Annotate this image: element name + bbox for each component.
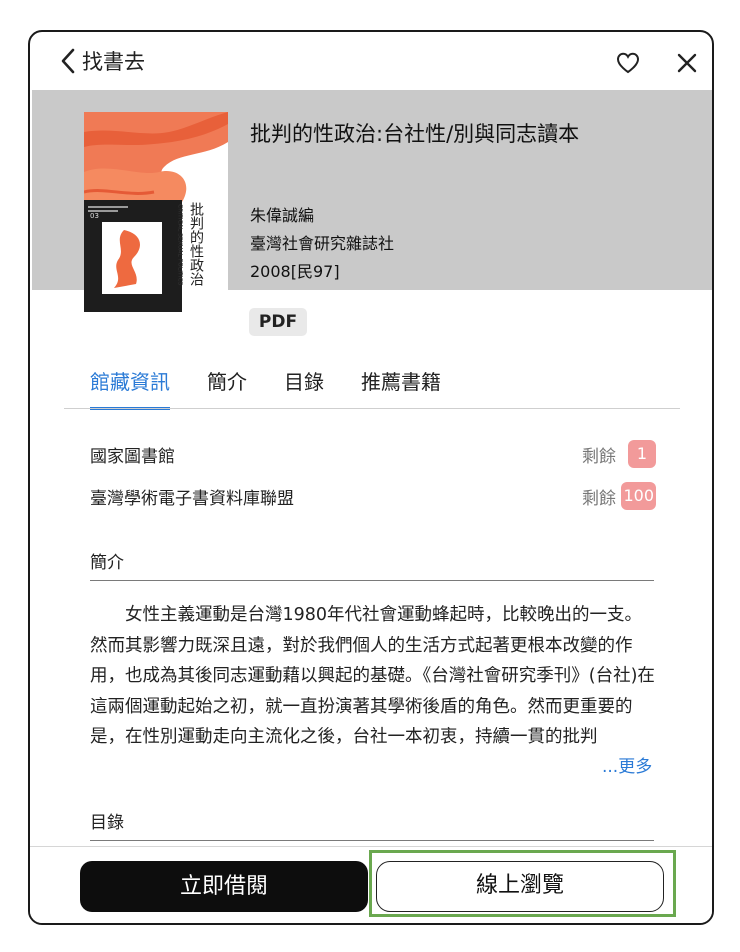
heart-icon[interactable] bbox=[615, 50, 641, 76]
tab-recommended[interactable]: 推薦書籍 bbox=[361, 366, 441, 410]
intro-divider bbox=[90, 580, 654, 581]
cover-title: 批判的性政治 bbox=[188, 202, 204, 286]
book-date: 2008[民97] bbox=[250, 262, 340, 281]
book-detail-panel: 找書去 03 批判的性政治 CRITICAL SEXUAL POLITICS 批… bbox=[28, 30, 714, 925]
more-link[interactable]: ...更多 bbox=[602, 752, 652, 777]
intro-section-title: 簡介 bbox=[90, 553, 124, 573]
remaining-count-badge: 1 bbox=[628, 440, 656, 468]
tab-bar: 館藏資訊 簡介 目錄 推薦書籍 bbox=[90, 366, 478, 410]
toc-section-title: 目錄 bbox=[90, 813, 124, 833]
tabs-divider bbox=[64, 408, 680, 409]
format-badge: PDF bbox=[249, 308, 307, 336]
remaining-count-badge: 100 bbox=[621, 482, 656, 510]
close-icon[interactable] bbox=[674, 50, 700, 76]
book-cover: 03 批判的性政治 CRITICAL SEXUAL POLITICS bbox=[84, 112, 228, 312]
top-bar: 找書去 bbox=[30, 32, 712, 92]
holding-row[interactable]: 國家圖書館 剩餘 1 bbox=[90, 440, 656, 470]
remaining-label: 剩餘 bbox=[582, 489, 616, 509]
back-button[interactable]: 找書去 bbox=[60, 46, 145, 76]
library-name: 國家圖書館 bbox=[90, 447, 175, 467]
cover-subtitle: CRITICAL SEXUAL POLITICS bbox=[177, 204, 184, 286]
book-title: 批判的性政治:台社性/別與同志讀本 bbox=[250, 122, 580, 146]
tab-intro[interactable]: 簡介 bbox=[207, 366, 247, 410]
back-label: 找書去 bbox=[82, 50, 145, 74]
remaining-label: 剩餘 bbox=[582, 447, 616, 467]
action-bar: 立即借閱 線上瀏覽 bbox=[30, 846, 712, 923]
book-author: 朱偉誠編 bbox=[250, 206, 315, 225]
tab-toc[interactable]: 目錄 bbox=[284, 366, 324, 410]
library-name: 臺灣學術電子書資料庫聯盟 bbox=[90, 489, 294, 509]
holding-row[interactable]: 臺灣學術電子書資料庫聯盟 剩餘 100 bbox=[90, 482, 656, 512]
book-publisher: 臺灣社會研究雜誌社 bbox=[250, 234, 395, 253]
chevron-left-icon bbox=[61, 48, 75, 74]
tab-holdings[interactable]: 館藏資訊 bbox=[90, 366, 170, 410]
cover-number: 03 bbox=[90, 212, 99, 220]
toc-divider bbox=[90, 840, 654, 841]
intro-text: 女性主義運動是台灣1980年代社會運動蜂起時，比較晚出的一支。然而其影響力既深且… bbox=[90, 605, 655, 747]
browse-online-button[interactable]: 線上瀏覽 bbox=[376, 861, 664, 912]
borrow-now-button[interactable]: 立即借閱 bbox=[80, 861, 368, 912]
cover-artwork: 03 批判的性政治 CRITICAL SEXUAL POLITICS bbox=[84, 112, 228, 312]
